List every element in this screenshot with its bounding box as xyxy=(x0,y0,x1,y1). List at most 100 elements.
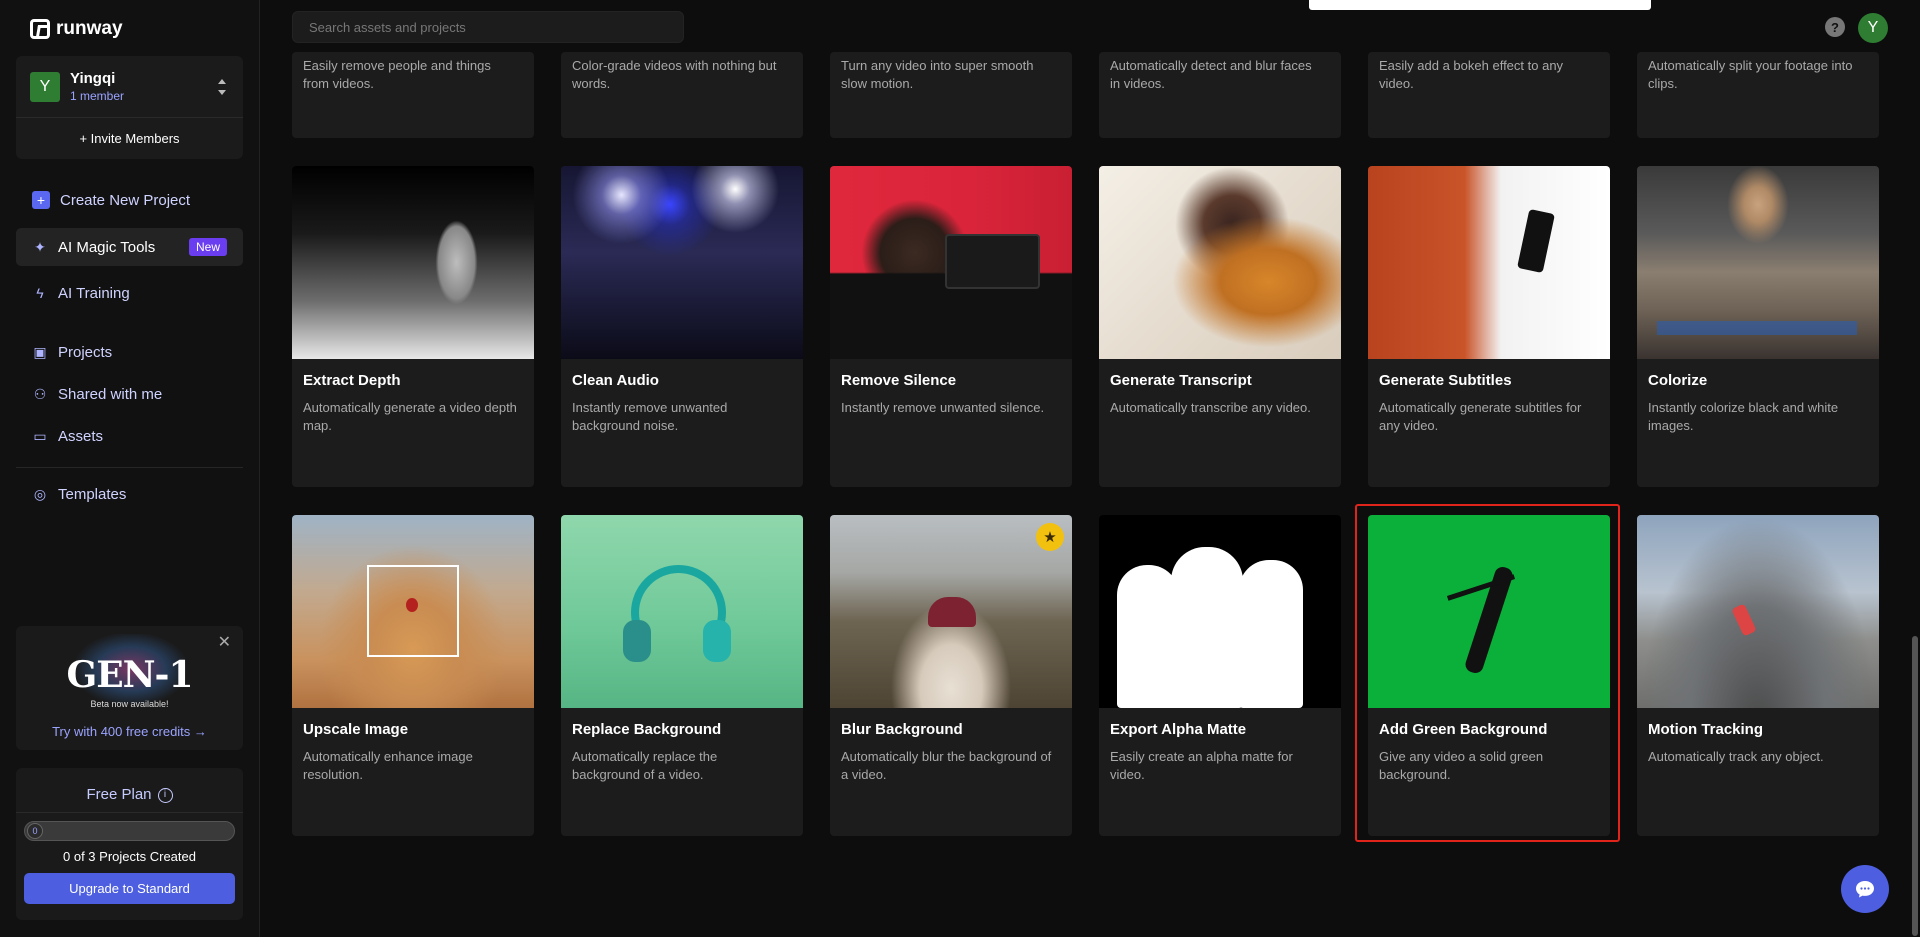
tool-card-description: Color-grade videos with nothing but word… xyxy=(572,58,777,91)
tool-card-title: Replace Background xyxy=(572,721,722,738)
globe-icon: ◎ xyxy=(33,485,47,502)
clean-audio-thumbnail xyxy=(561,166,803,359)
create-new-project-label: Create New Project xyxy=(60,191,191,209)
sidebar-item-shared[interactable]: ⚇ Shared with me xyxy=(16,375,243,413)
tool-card-motion-tracking[interactable]: Motion Tracking Automatically track any … xyxy=(1637,515,1879,836)
motion-tracking-thumbnail xyxy=(1637,515,1879,708)
promo-title: GEN-1 xyxy=(66,654,193,696)
tool-card-replace-background[interactable]: Replace Background Automatically replace… xyxy=(561,515,803,836)
tool-card-description: Instantly remove unwanted silence. xyxy=(841,400,1045,415)
create-new-project-button[interactable]: + Create New Project xyxy=(16,181,243,219)
info-icon[interactable]: i xyxy=(157,787,173,803)
silhouette-3 xyxy=(1239,560,1303,708)
tool-card-description: Automatically generate a video depth map… xyxy=(303,400,517,433)
tool-card[interactable]: Color-grade videos with nothing but word… xyxy=(561,52,803,138)
tool-card-description: Automatically blur the background of a v… xyxy=(841,749,1052,782)
chat-icon[interactable] xyxy=(1841,865,1889,913)
gen1-promo: ✕ GEN-1 Beta now available! Try with 400… xyxy=(16,626,243,750)
invite-members-button[interactable]: + Invite Members xyxy=(16,118,243,159)
promo-cta-link[interactable]: Try with 400 free credits → xyxy=(16,724,243,739)
tool-card-description: Automatically replace the background of … xyxy=(572,749,718,782)
runway-logo[interactable]: runway xyxy=(30,18,123,40)
selection-highlight xyxy=(1355,504,1620,842)
lightning-icon: ϟ xyxy=(36,285,44,301)
user-avatar[interactable]: Y xyxy=(1858,13,1888,43)
tool-card-title: Upscale Image xyxy=(303,721,409,738)
sidebar-item-ai-training[interactable]: ϟ AI Training xyxy=(16,274,243,312)
boombox-shape xyxy=(945,234,1040,289)
sidebar: runway Y Yingqi 1 member + Invite Member… xyxy=(0,0,260,937)
plan-title-text: Free Plan xyxy=(86,786,152,803)
tool-card[interactable]: Easily remove people and things from vid… xyxy=(292,52,534,138)
plan-card: Free Plan i 0 0 of 3 Projects Created Upg… xyxy=(16,768,243,920)
tool-card-extract-depth[interactable]: Extract Depth Automatically generate a v… xyxy=(292,166,534,487)
progress-value: 0 xyxy=(27,823,43,839)
tool-card-title: Colorize xyxy=(1648,372,1708,389)
sidebar-item-assets[interactable]: ▭ Assets xyxy=(16,417,243,455)
switch-workspace-icon[interactable] xyxy=(215,77,229,97)
blur-background-thumbnail: ★ xyxy=(830,515,1072,708)
tool-card-export-alpha-matte[interactable]: Export Alpha Matte Easily create an alph… xyxy=(1099,515,1341,836)
skater-shape xyxy=(1731,603,1757,637)
tool-card[interactable]: Automatically detect and blur faces in v… xyxy=(1099,52,1341,138)
sidebar-divider xyxy=(16,467,243,468)
tool-card-colorize[interactable]: Colorize Instantly colorize black and wh… xyxy=(1637,166,1879,487)
headphone-cup-right xyxy=(703,620,731,662)
promo-subtitle: Beta now available! xyxy=(90,699,169,709)
sidebar-item-templates[interactable]: ◎ Templates xyxy=(16,475,243,513)
tool-card[interactable]: Turn any video into super smooth slow mo… xyxy=(830,52,1072,138)
tool-card-clean-audio[interactable]: Clean Audio Instantly remove unwanted ba… xyxy=(561,166,803,487)
brand-name: runway xyxy=(56,18,123,39)
top-popup xyxy=(1309,0,1651,10)
export-alpha-matte-thumbnail xyxy=(1099,515,1341,708)
silhouette-1 xyxy=(1117,565,1179,708)
tool-card-upscale-image[interactable]: Upscale Image Automatically enhance imag… xyxy=(292,515,534,836)
tool-card-remove-silence[interactable]: Remove Silence Instantly remove unwanted… xyxy=(830,166,1072,487)
tool-card-description: Automatically detect and blur faces in v… xyxy=(1110,58,1312,91)
tool-card-title: Blur Background xyxy=(841,721,963,738)
tool-card-generate-transcript[interactable]: Generate Transcript Automatically transc… xyxy=(1099,166,1341,487)
generate-transcript-thumbnail xyxy=(1099,166,1341,359)
sidebar-item-projects[interactable]: ▣ Projects xyxy=(16,333,243,371)
projects-count: 0 of 3 Projects Created xyxy=(63,849,196,864)
silhouette-2 xyxy=(1171,547,1243,708)
generate-subtitles-thumbnail xyxy=(1368,166,1610,359)
sidebar-item-label: AI Training xyxy=(58,284,130,302)
sidebar-item-ai-magic-tools[interactable]: ✦ AI Magic Tools New xyxy=(16,228,243,266)
tool-card-blur-background[interactable]: ★ Blur Background Automatically blur the… xyxy=(830,515,1072,836)
tool-card[interactable]: Easily add a bokeh effect to any video. xyxy=(1368,52,1610,138)
tool-card-description: Automatically transcribe any video. xyxy=(1110,400,1311,415)
phone-shape xyxy=(1517,208,1555,274)
tool-card-generate-subtitles[interactable]: Generate Subtitles Automatically generat… xyxy=(1368,166,1610,487)
workspace-switcher[interactable]: Y Yingqi 1 member xyxy=(16,56,243,118)
tool-card-title: Motion Tracking xyxy=(1648,721,1764,738)
new-badge: New xyxy=(188,238,227,256)
tool-card-title: Clean Audio xyxy=(572,372,659,389)
magic-wand-icon: ✦ xyxy=(34,238,46,255)
plan-title: Free Plan i xyxy=(16,786,243,803)
help-icon[interactable]: ? xyxy=(1825,17,1845,37)
tool-card-title: Extract Depth xyxy=(303,372,401,389)
tool-card-description: Instantly colorize black and white image… xyxy=(1648,400,1839,433)
page-scrollbar[interactable] xyxy=(1912,636,1918,936)
tool-card-description: Automatically track any object. xyxy=(1648,749,1824,764)
projects-progress-bar: 0 xyxy=(24,821,235,841)
upgrade-button[interactable]: Upgrade to Standard xyxy=(24,873,235,904)
tool-card-description: Easily remove people and things from vid… xyxy=(303,58,491,91)
sidebar-item-label: AI Magic Tools xyxy=(58,238,156,256)
replace-background-thumbnail xyxy=(561,515,803,708)
star-icon: ★ xyxy=(1036,523,1064,551)
tool-card-title: Generate Transcript xyxy=(1110,372,1252,389)
plan-divider xyxy=(16,812,243,813)
sidebar-item-label: Projects xyxy=(58,343,113,361)
search-input[interactable]: Search assets and projects xyxy=(292,11,684,43)
workspace-members: 1 member xyxy=(70,89,125,103)
tool-card-description: Easily create an alpha matte for video. xyxy=(1110,749,1293,782)
tool-card-description: Automatically generate subtitles for any… xyxy=(1379,400,1582,433)
tool-card[interactable]: Automatically split your footage into cl… xyxy=(1637,52,1879,138)
headphone-cup-left xyxy=(623,620,651,662)
folder-icon: ▭ xyxy=(33,427,47,444)
close-icon[interactable]: ✕ xyxy=(218,632,231,652)
app-root: runway Y Yingqi 1 member + Invite Member… xyxy=(0,0,1920,937)
tool-card-title: Generate Subtitles xyxy=(1379,372,1512,389)
